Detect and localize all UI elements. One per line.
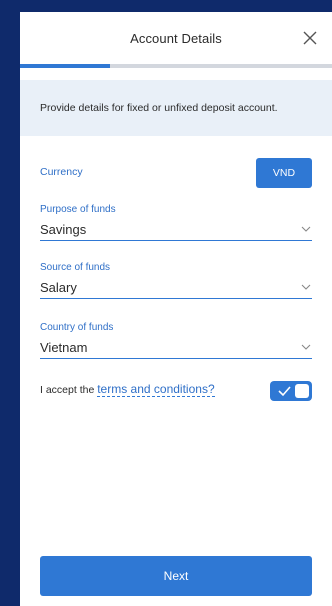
currency-label: Currency <box>40 166 83 178</box>
source-of-funds-field: Source of funds Salary <box>40 262 312 299</box>
toggle-knob <box>295 384 309 398</box>
source-of-funds-value: Salary <box>40 279 77 295</box>
check-icon <box>278 386 291 397</box>
progress-fill <box>20 64 111 68</box>
purpose-of-funds-value: Savings <box>40 221 87 237</box>
country-of-funds-value: Vietnam <box>40 339 88 355</box>
account-details-sheet: Account Details Provide details for fixe… <box>20 12 332 606</box>
country-of-funds-field: Country of funds Vietnam <box>40 322 312 359</box>
country-of-funds-select[interactable]: Vietnam <box>40 336 312 359</box>
chevron-down-icon <box>300 281 312 293</box>
info-banner-text: Provide details for fixed or unfixed dep… <box>40 102 278 114</box>
source-of-funds-select[interactable]: Salary <box>40 276 312 299</box>
purpose-of-funds-select[interactable]: Savings <box>40 218 312 241</box>
info-banner: Provide details for fixed or unfixed dep… <box>20 80 332 136</box>
country-of-funds-label: Country of funds <box>40 322 114 333</box>
progress-bar <box>20 64 332 68</box>
header: Account Details <box>20 12 332 64</box>
page-title: Account Details <box>130 30 222 46</box>
currency-button[interactable]: VND <box>256 158 312 188</box>
terms-link[interactable]: terms and conditions? <box>97 382 215 397</box>
next-button[interactable]: Next <box>40 556 312 596</box>
chevron-down-icon <box>300 223 312 235</box>
purpose-of-funds-label: Purpose of funds <box>40 204 116 215</box>
purpose-of-funds-field: Purpose of funds Savings <box>40 204 312 241</box>
terms-toggle[interactable] <box>270 381 312 401</box>
chevron-down-icon <box>300 341 312 353</box>
close-icon[interactable] <box>298 26 322 50</box>
source-of-funds-label: Source of funds <box>40 262 111 273</box>
terms-text: I accept the terms and conditions? <box>40 382 215 397</box>
terms-prefix: I accept the <box>40 384 95 396</box>
